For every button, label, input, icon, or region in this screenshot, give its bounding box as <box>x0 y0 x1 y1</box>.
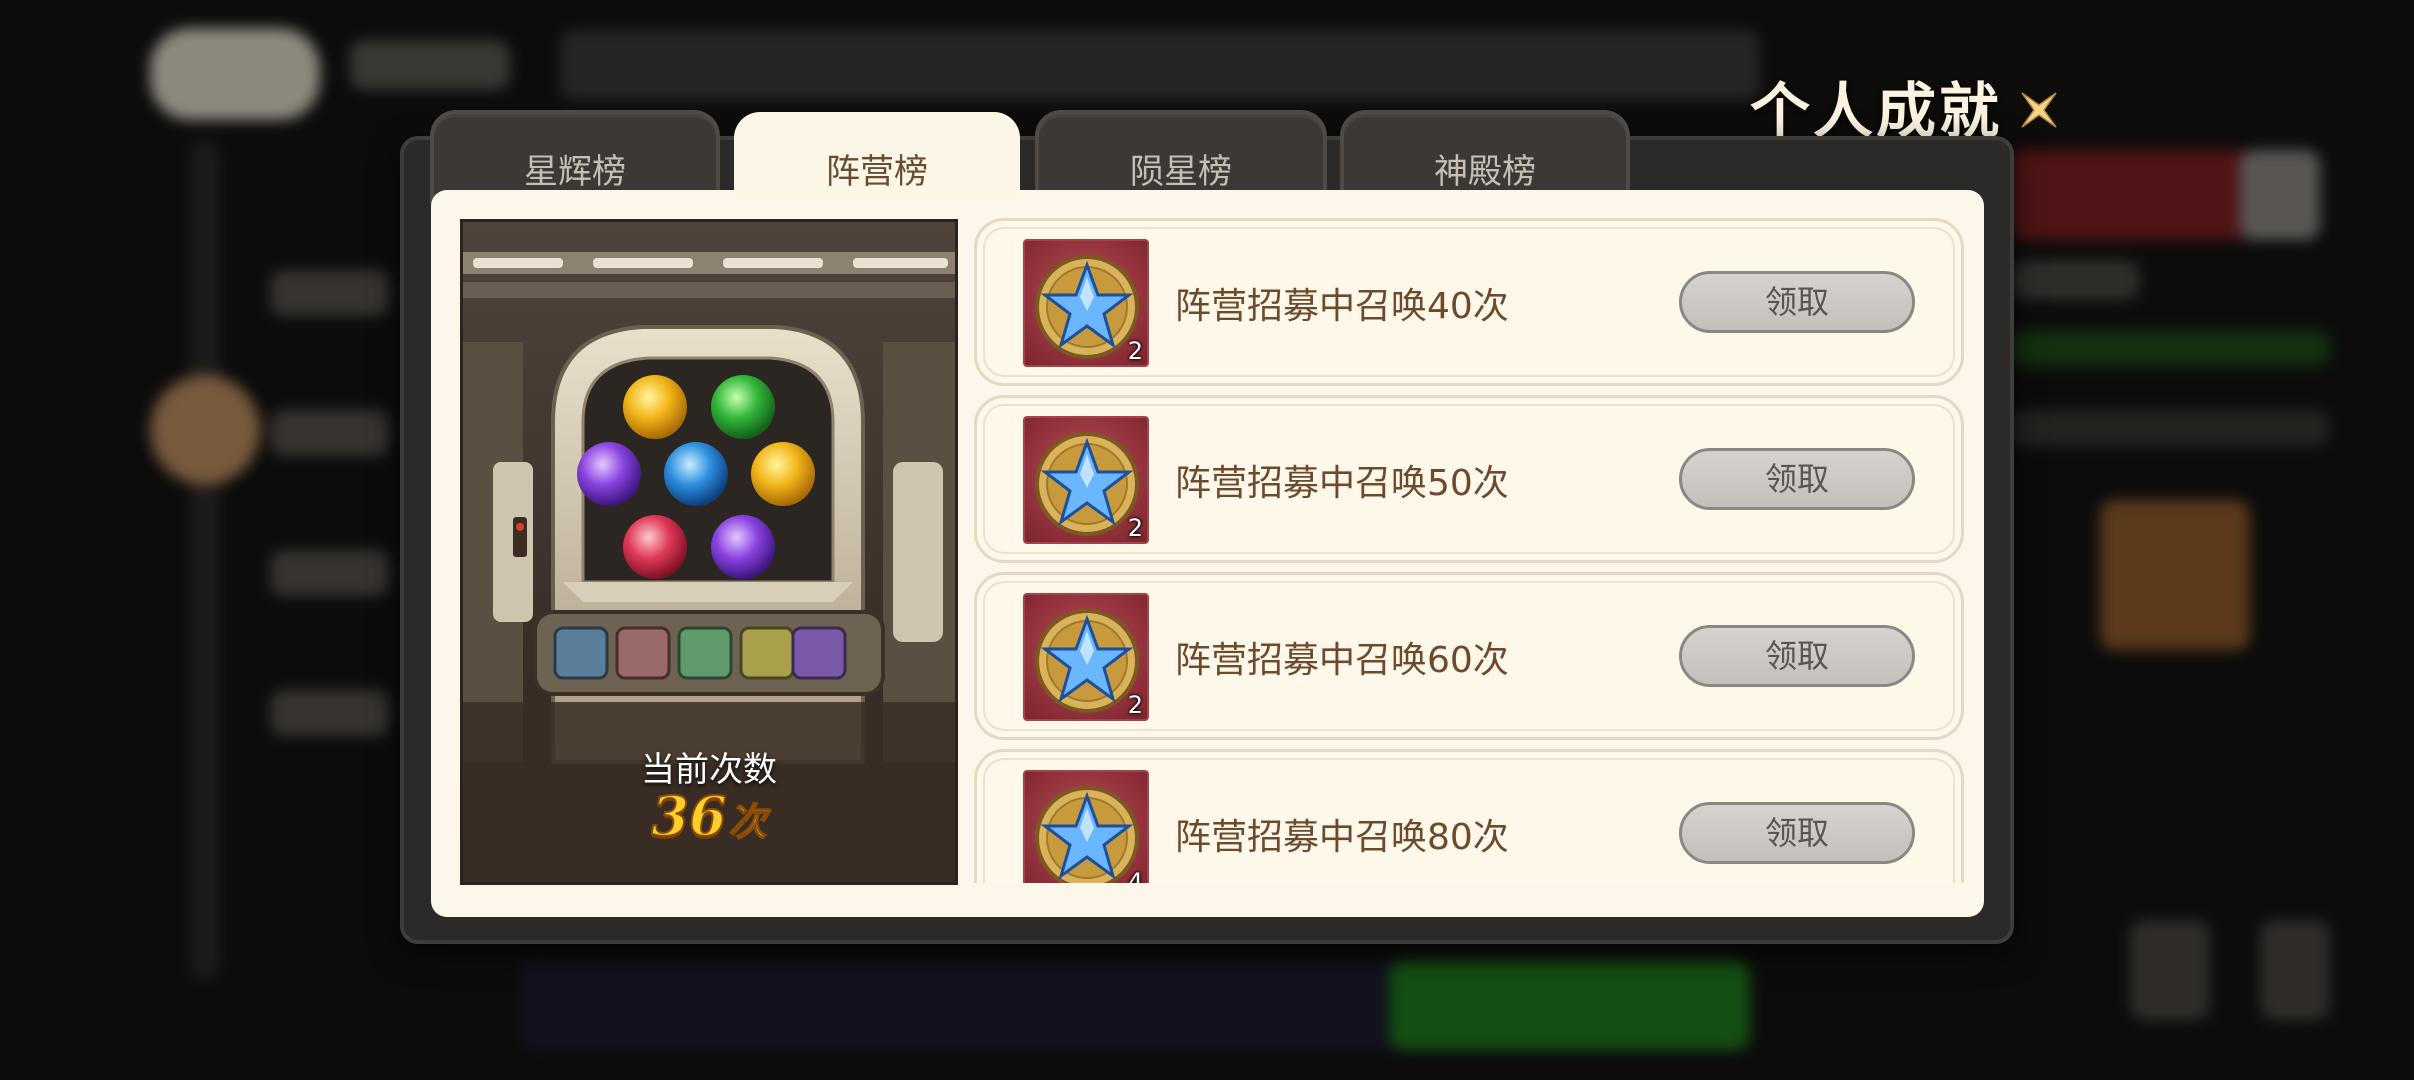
reward-quantity: 2 <box>1127 337 1143 365</box>
title-bar: 个人成就 <box>1750 66 2062 147</box>
achievement-row: 2 阵营招募中召唤60次 领取 <box>974 572 1964 740</box>
tab-faction-ranking[interactable]: 阵营榜 <box>734 112 1020 198</box>
achievement-description: 阵营招募中召唤80次 <box>1175 817 1509 858</box>
reward-item[interactable]: 2 <box>1023 239 1149 367</box>
achievement-description: 阵营招募中召唤40次 <box>1175 286 1509 327</box>
close-icon[interactable] <box>2016 87 2062 133</box>
achievement-row: 2 阵营招募中召唤50次 领取 <box>974 395 1964 563</box>
achievement-row: 2 阵营招募中召唤40次 领取 <box>974 218 1964 386</box>
reward-item[interactable]: 2 <box>1023 593 1149 721</box>
summon-machine-showcase: 当前次数 36 次 <box>460 219 958 885</box>
reward-item[interactable]: 4 <box>1023 770 1149 883</box>
current-count-value: 36 <box>650 783 727 849</box>
reward-quantity: 2 <box>1127 691 1143 719</box>
reward-quantity: 4 <box>1127 868 1143 883</box>
achievement-row: 4 阵营招募中召唤80次 领取 <box>974 749 1964 883</box>
star-badge-icon <box>1035 432 1139 536</box>
tab-label: 神殿榜 <box>1434 152 1536 192</box>
claim-button[interactable]: 领取 <box>1679 271 1915 333</box>
current-count-unit: 次 <box>728 798 768 845</box>
star-badge-icon <box>1035 786 1139 883</box>
claim-button[interactable]: 领取 <box>1679 448 1915 510</box>
tab-label: 阵营榜 <box>826 152 928 192</box>
star-badge-icon <box>1035 609 1139 713</box>
tab-label: 陨星榜 <box>1130 152 1232 192</box>
achievement-list[interactable]: 2 阵营招募中召唤40次 领取 2 阵营招募中召唤50次 领取 2 阵营招募中召… <box>972 216 1968 883</box>
reward-item[interactable]: 2 <box>1023 416 1149 544</box>
achievement-description: 阵营招募中召唤50次 <box>1175 463 1509 504</box>
claim-button[interactable]: 领取 <box>1679 625 1915 687</box>
current-count: 36 次 <box>463 783 955 849</box>
star-badge-icon <box>1035 255 1139 359</box>
achievement-description: 阵营招募中召唤60次 <box>1175 640 1509 681</box>
reward-quantity: 2 <box>1127 514 1143 542</box>
claim-button[interactable]: 领取 <box>1679 802 1915 864</box>
tab-label: 星辉榜 <box>524 152 626 192</box>
